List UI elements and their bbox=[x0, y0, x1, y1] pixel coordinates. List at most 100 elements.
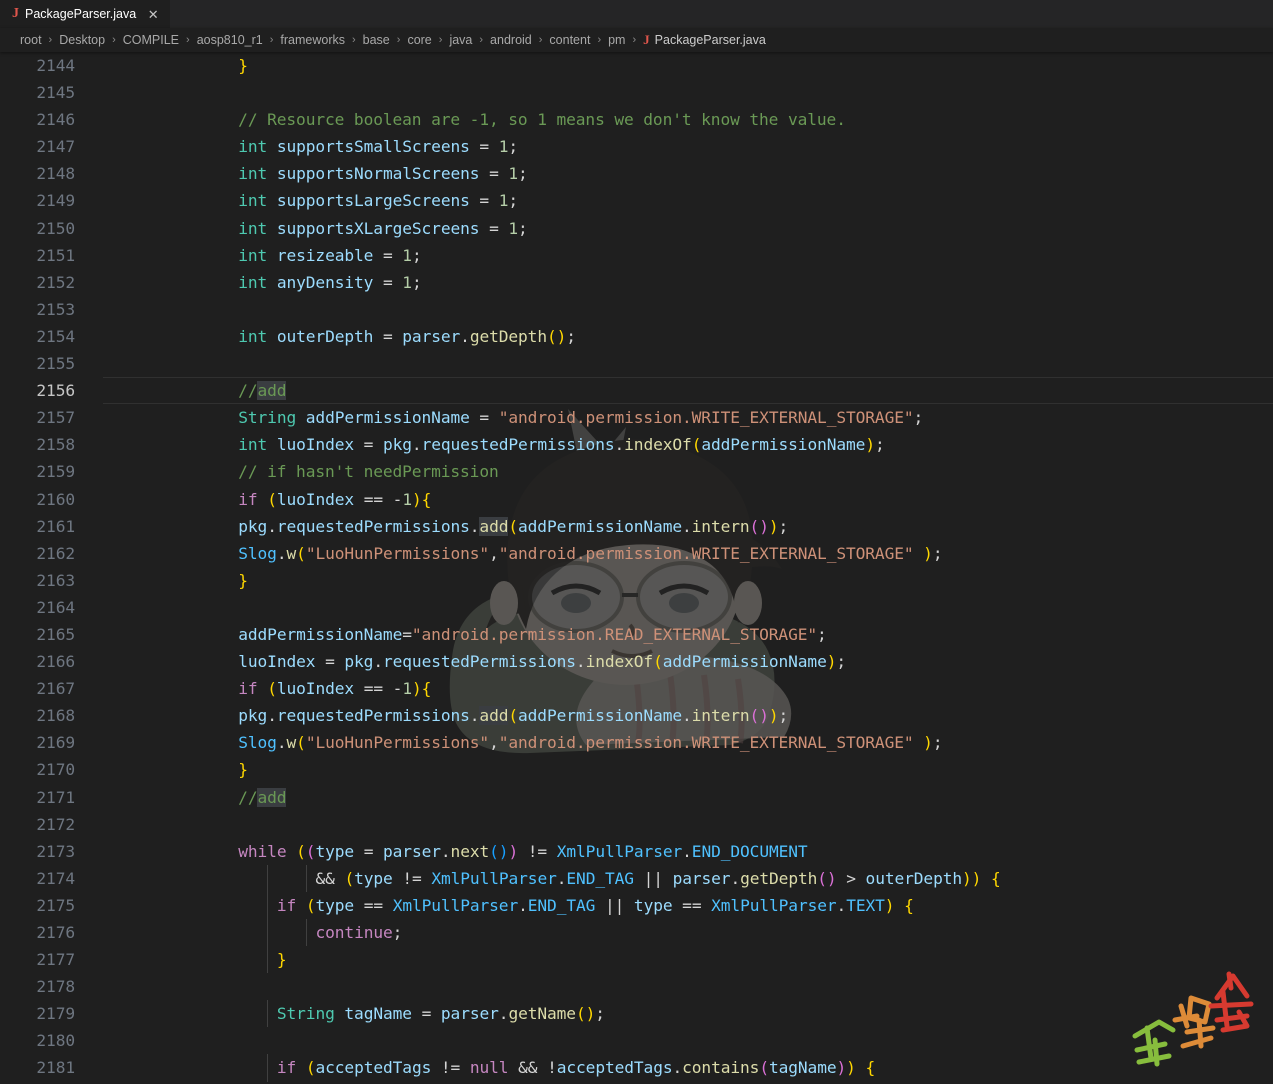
code-line[interactable]: 2154 int outerDepth = parser.getDepth(); bbox=[0, 323, 1273, 350]
code-line[interactable]: 2177 } bbox=[0, 946, 1273, 973]
code-line[interactable]: 2149 int supportsLargeScreens = 1; bbox=[0, 187, 1273, 214]
code-text[interactable]: String tagName = parser.getName(); bbox=[150, 1000, 1273, 1027]
code-text[interactable]: luoIndex = pkg.requestedPermissions.inde… bbox=[150, 648, 1273, 675]
code-lines[interactable]: 2144 }21452146 // Resource boolean are -… bbox=[0, 52, 1273, 1082]
code-token: int bbox=[238, 219, 267, 238]
code-line[interactable]: 2155 bbox=[0, 350, 1273, 377]
code-text[interactable]: int supportsSmallScreens = 1; bbox=[150, 133, 1273, 160]
code-text[interactable]: int resizeable = 1; bbox=[150, 242, 1273, 269]
code-line[interactable]: 2160 if (luoIndex == -1){ bbox=[0, 486, 1273, 513]
breadcrumb-item-root[interactable]: root bbox=[20, 33, 42, 47]
code-line[interactable]: 2150 int supportsXLargeScreens = 1; bbox=[0, 215, 1273, 242]
code-text[interactable]: addPermissionName="android.permission.RE… bbox=[150, 621, 1273, 648]
code-text[interactable]: int outerDepth = parser.getDepth(); bbox=[150, 323, 1273, 350]
code-line[interactable]: 2179 String tagName = parser.getName(); bbox=[0, 1000, 1273, 1027]
code-line[interactable]: 2157 String addPermissionName = "android… bbox=[0, 404, 1273, 431]
code-text[interactable]: if (type == XmlPullParser.END_TAG || typ… bbox=[150, 892, 1273, 919]
code-line[interactable]: 2166 luoIndex = pkg.requestedPermissions… bbox=[0, 648, 1273, 675]
code-line[interactable]: 2170 } bbox=[0, 756, 1273, 783]
code-line[interactable]: 2169 Slog.w("LuoHunPermissions","android… bbox=[0, 729, 1273, 756]
code-operator bbox=[422, 869, 432, 888]
code-line[interactable]: 2180 bbox=[0, 1027, 1273, 1054]
code-text[interactable]: // if hasn't needPermission bbox=[150, 458, 1273, 485]
code-line[interactable]: 2174 && (type != XmlPullParser.END_TAG |… bbox=[0, 865, 1273, 892]
code-operator bbox=[518, 842, 528, 861]
code-line[interactable]: 2158 int luoIndex = pkg.requestedPermiss… bbox=[0, 431, 1273, 458]
code-line[interactable]: 2156 //add bbox=[0, 377, 1273, 404]
code-line[interactable]: 2153 bbox=[0, 296, 1273, 323]
code-line[interactable]: 2175 if (type == XmlPullParser.END_TAG |… bbox=[0, 892, 1273, 919]
breadcrumb-item-packageparser-java[interactable]: JPackageParser.java bbox=[643, 32, 766, 48]
breadcrumb-item-core[interactable]: core bbox=[407, 33, 431, 47]
code-text[interactable]: Slog.w("LuoHunPermissions","android.perm… bbox=[150, 729, 1273, 756]
code-text[interactable]: if (luoIndex == -1){ bbox=[150, 675, 1273, 702]
code-line[interactable]: 2151 int resizeable = 1; bbox=[0, 242, 1273, 269]
code-line[interactable]: 2147 int supportsSmallScreens = 1; bbox=[0, 133, 1273, 160]
code-line[interactable]: 2164 bbox=[0, 594, 1273, 621]
code-line[interactable]: 2159 // if hasn't needPermission bbox=[0, 458, 1273, 485]
code-operator bbox=[229, 679, 239, 698]
code-line[interactable]: 2145 bbox=[0, 79, 1273, 106]
breadcrumb-item-java[interactable]: java bbox=[449, 33, 472, 47]
code-line[interactable]: 2172 bbox=[0, 811, 1273, 838]
code-editor[interactable]: 2144 }21452146 // Resource boolean are -… bbox=[0, 52, 1273, 1084]
code-operator: = bbox=[479, 408, 489, 427]
code-line[interactable]: 2181 if (acceptedTags != null && !accept… bbox=[0, 1054, 1273, 1081]
code-text[interactable]: // Resource boolean are -1, so 1 means w… bbox=[150, 106, 1273, 133]
code-operator: ! bbox=[402, 869, 412, 888]
code-operator bbox=[219, 1004, 229, 1023]
code-text[interactable]: int luoIndex = pkg.requestedPermissions.… bbox=[150, 431, 1273, 458]
code-line[interactable]: 2171 //add bbox=[0, 784, 1273, 811]
code-line[interactable]: 2161 pkg.requestedPermissions.add(addPer… bbox=[0, 513, 1273, 540]
code-line[interactable]: 2146 // Resource boolean are -1, so 1 me… bbox=[0, 106, 1273, 133]
code-text[interactable]: String addPermissionName = "android.perm… bbox=[150, 404, 1273, 431]
code-line[interactable]: 2173 while ((type = parser.next()) != Xm… bbox=[0, 838, 1273, 865]
code-text[interactable]: continue; bbox=[150, 919, 1273, 946]
breadcrumb-item-desktop[interactable]: Desktop bbox=[59, 33, 105, 47]
breadcrumb-item-pm[interactable]: pm bbox=[608, 33, 625, 47]
code-text[interactable]: pkg.requestedPermissions.add(addPermissi… bbox=[150, 702, 1273, 729]
code-text[interactable]: if (acceptedTags != null && !acceptedTag… bbox=[150, 1054, 1273, 1081]
code-text[interactable]: pkg.requestedPermissions.add(addPermissi… bbox=[150, 513, 1273, 540]
code-text[interactable]: Slog.w("LuoHunPermissions","android.perm… bbox=[150, 540, 1273, 567]
code-operator bbox=[180, 625, 190, 644]
code-text[interactable]: int supportsLargeScreens = 1; bbox=[150, 187, 1273, 214]
code-line[interactable]: 2167 if (luoIndex == -1){ bbox=[0, 675, 1273, 702]
breadcrumb-item-base[interactable]: base bbox=[363, 33, 390, 47]
code-text[interactable]: int anyDensity = 1; bbox=[150, 269, 1273, 296]
code-text[interactable]: while ((type = parser.next()) != XmlPull… bbox=[150, 838, 1273, 865]
code-line[interactable]: 2168 pkg.requestedPermissions.add(addPer… bbox=[0, 702, 1273, 729]
code-text[interactable]: } bbox=[150, 946, 1273, 973]
code-text[interactable]: } bbox=[150, 756, 1273, 783]
code-token: pkg bbox=[238, 517, 267, 536]
code-text[interactable]: } bbox=[150, 567, 1273, 594]
code-line[interactable]: 2163 } bbox=[0, 567, 1273, 594]
breadcrumb-item-aosp810-r1[interactable]: aosp810_r1 bbox=[197, 33, 263, 47]
code-text[interactable]: int supportsNormalScreens = 1; bbox=[150, 160, 1273, 187]
code-line[interactable]: 2165 addPermissionName="android.permissi… bbox=[0, 621, 1273, 648]
code-operator: ; bbox=[817, 625, 827, 644]
code-line[interactable]: 2148 int supportsNormalScreens = 1; bbox=[0, 160, 1273, 187]
code-line[interactable]: 2176 continue; bbox=[0, 919, 1273, 946]
breadcrumb-item-content[interactable]: content bbox=[549, 33, 590, 47]
code-text[interactable]: if (luoIndex == -1){ bbox=[150, 486, 1273, 513]
code-operator: = bbox=[402, 625, 412, 644]
code-text[interactable]: && (type != XmlPullParser.END_TAG || par… bbox=[150, 865, 1273, 892]
close-icon[interactable]: ✕ bbox=[146, 8, 160, 21]
tab-packageparser-java[interactable]: J PackageParser.java ✕ bbox=[0, 0, 171, 28]
breadcrumb-item-compile[interactable]: COMPILE bbox=[123, 33, 179, 47]
breadcrumb-item-frameworks[interactable]: frameworks bbox=[280, 33, 345, 47]
code-line[interactable]: 2178 bbox=[0, 973, 1273, 1000]
code-operator bbox=[238, 896, 248, 915]
code-text[interactable]: //add bbox=[150, 377, 1273, 404]
code-operator: ; bbox=[875, 435, 885, 454]
code-text[interactable]: } bbox=[150, 52, 1273, 79]
code-text[interactable]: int supportsXLargeScreens = 1; bbox=[150, 215, 1273, 242]
code-text[interactable]: //add bbox=[150, 784, 1273, 811]
code-operator: . bbox=[441, 842, 451, 861]
code-line[interactable]: 2152 int anyDensity = 1; bbox=[0, 269, 1273, 296]
code-bracket: ( bbox=[344, 869, 354, 888]
code-line[interactable]: 2162 Slog.w("LuoHunPermissions","android… bbox=[0, 540, 1273, 567]
breadcrumb-item-android[interactable]: android bbox=[490, 33, 532, 47]
code-line[interactable]: 2144 } bbox=[0, 52, 1273, 79]
